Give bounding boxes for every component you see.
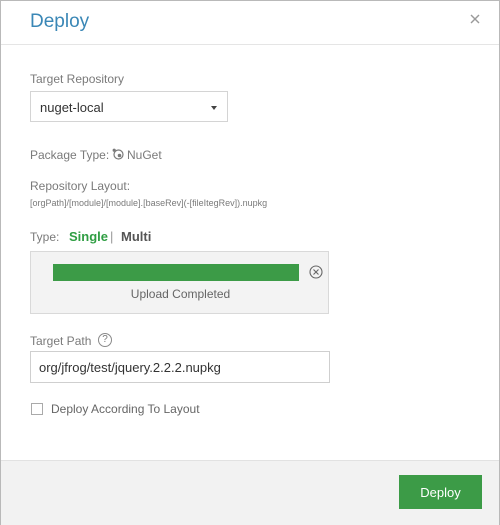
nuget-icon — [112, 148, 124, 160]
type-separator: | — [110, 229, 114, 244]
deploy-button[interactable]: Deploy — [399, 475, 482, 509]
type-single-option[interactable]: Single — [69, 229, 108, 244]
package-type-label: Package Type: — [30, 148, 110, 162]
dialog-header: Deploy — [1, 1, 499, 45]
target-path-label: Target Path — [30, 334, 92, 348]
close-icon[interactable] — [468, 12, 482, 26]
package-type-value: NuGet — [127, 148, 162, 162]
dialog-footer: Deploy — [1, 460, 499, 525]
cancel-circle-icon[interactable] — [309, 265, 323, 279]
deploy-according-to-layout-checkbox[interactable] — [31, 403, 43, 415]
repository-layout-label: Repository Layout: — [30, 179, 131, 193]
help-icon[interactable]: ? — [98, 333, 112, 347]
upload-dropzone[interactable]: Upload Completed — [30, 251, 329, 314]
upload-progress-fill — [53, 264, 299, 281]
target-repository-value: nuget-local — [40, 100, 104, 115]
deploy-dialog: Deploy Target Repository nuget-local Pac… — [0, 0, 500, 525]
target-repository-select[interactable]: nuget-local — [30, 91, 228, 122]
type-label: Type: — [30, 230, 60, 244]
type-multi-option[interactable]: Multi — [121, 229, 151, 244]
dialog-title: Deploy — [30, 11, 90, 32]
chevron-down-icon — [211, 106, 217, 110]
target-path-input[interactable] — [30, 351, 330, 383]
upload-progress-bar — [53, 264, 299, 281]
upload-status-text: Upload Completed — [130, 287, 231, 301]
deploy-according-to-layout-label[interactable]: Deploy According To Layout — [51, 402, 200, 416]
repository-layout-pattern: [orgPath]/[module]/[module].[baseRev](-[… — [30, 198, 268, 208]
target-repository-label: Target Repository — [30, 72, 125, 86]
